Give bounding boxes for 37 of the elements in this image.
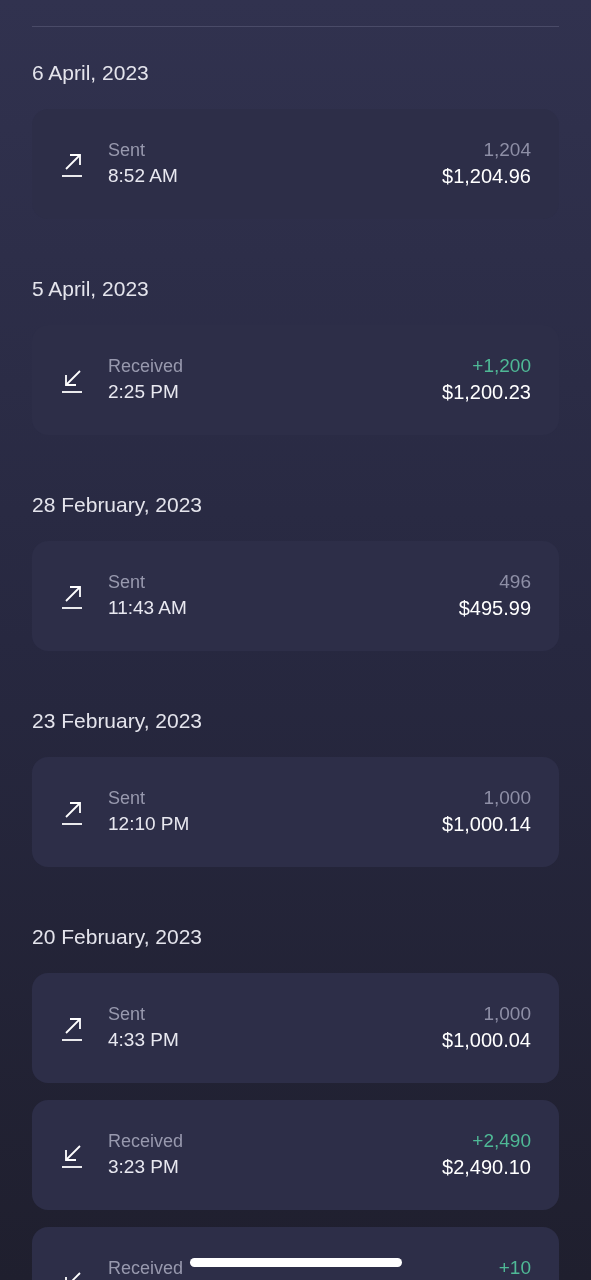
- token-amount: +1,200: [472, 354, 531, 378]
- transaction-time: 2:25 PM: [108, 380, 180, 404]
- token-amount: +2,490: [472, 1129, 531, 1153]
- token-amount: 496: [499, 570, 531, 594]
- usd-value: $1,000.14: [442, 812, 531, 837]
- usd-value: $1,200.23: [442, 380, 531, 405]
- transaction-type: Sent: [108, 1003, 147, 1026]
- token-amount: 1,204: [483, 138, 531, 162]
- usd-value: $495.99: [458, 596, 531, 621]
- transaction-card[interactable]: Sent 11:43 AM 496 $495.99: [32, 541, 559, 651]
- transaction-time: 12:10 PM: [108, 812, 190, 836]
- transaction-time: 3:23 PM: [108, 1155, 180, 1179]
- token-amount: 1,000: [483, 786, 531, 810]
- transaction-type: Received: [108, 355, 184, 378]
- transaction-type: Received: [108, 1257, 184, 1280]
- transaction-card[interactable]: Received 3:23 PM +2,490 $2,490.10: [32, 1100, 559, 1210]
- date-heading: 6 April, 2023: [32, 60, 150, 86]
- transaction-type: Received: [108, 1130, 184, 1153]
- transaction-type: Sent: [108, 571, 147, 594]
- transaction-time: 11:43 AM: [108, 596, 187, 620]
- usd-value: $2,490.10: [442, 1155, 531, 1180]
- token-amount: +10: [498, 1256, 531, 1280]
- transaction-card[interactable]: Sent 4:33 PM 1,000 $1,000.04: [32, 973, 559, 1083]
- transaction-card[interactable]: Received +10: [32, 1227, 559, 1280]
- date-heading: 5 April, 2023: [32, 276, 150, 302]
- transaction-time: 8:52 AM: [108, 164, 178, 188]
- token-amount: 1,000: [483, 1002, 531, 1026]
- date-heading: 20 February, 2023: [32, 924, 204, 950]
- transaction-card[interactable]: Sent 12:10 PM 1,000 $1,000.14: [32, 757, 559, 867]
- transaction-type: Sent: [108, 139, 147, 162]
- transaction-time: 4:33 PM: [108, 1028, 179, 1052]
- usd-value: $1,204.96: [442, 164, 531, 189]
- usd-value: $1,000.04: [442, 1028, 531, 1053]
- transaction-type: Sent: [108, 787, 147, 810]
- date-heading: 28 February, 2023: [32, 492, 204, 518]
- date-heading: 23 February, 2023: [32, 708, 204, 734]
- home-indicator[interactable]: [190, 1258, 402, 1267]
